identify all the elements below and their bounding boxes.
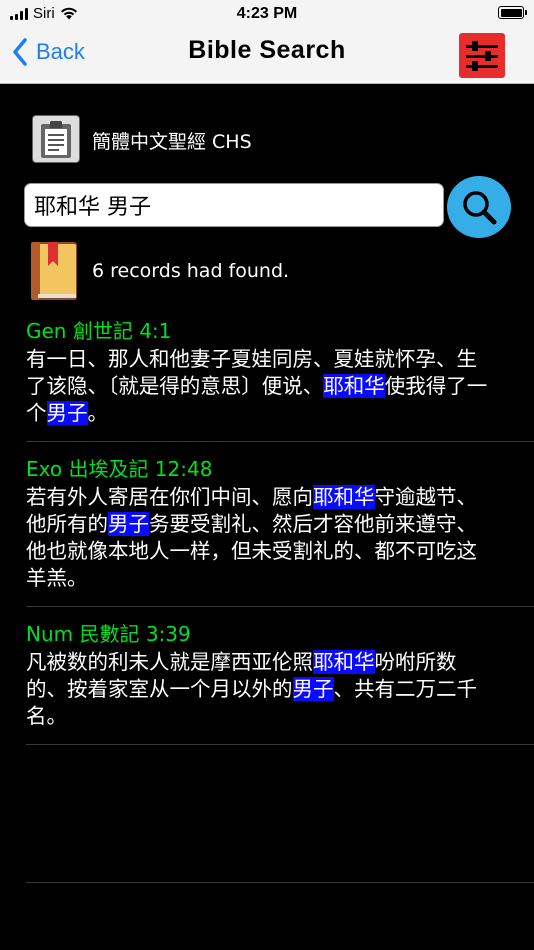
magnifier-icon — [463, 191, 497, 225]
top-bar: Siri 4:23 PM Back Bible Search — [0, 0, 534, 84]
status-time: 4:23 PM — [236, 5, 298, 22]
verse-reference: Exo 出埃及記 12:48 — [26, 457, 213, 481]
highlighted-match: 男子 — [108, 512, 149, 536]
highlighted-match: 男子 — [46, 401, 88, 425]
search-bar — [24, 176, 514, 238]
status-bar: Siri 4:23 PM — [0, 0, 534, 30]
search-button[interactable] — [447, 176, 511, 238]
verse-text: 凡被数的利未人就是摩西亚伦照耶和华吩咐所数的、按着家室从一个月以外的男子、共有二… — [26, 649, 496, 730]
results-list: Gen 創世記 4:1 有一日、那人和他妻子夏娃同房、夏娃就怀孕、生了该隐、〔就… — [26, 314, 534, 883]
status-right — [498, 6, 527, 19]
verse-segment: 凡被数的利未人就是摩西亚伦照 — [26, 650, 313, 674]
list-item[interactable]: Gen 創世記 4:1 有一日、那人和他妻子夏娃同房、夏娃就怀孕、生了该隐、〔就… — [26, 314, 534, 442]
highlighted-match: 耶和华 — [323, 374, 385, 398]
search-input[interactable] — [24, 183, 444, 227]
clipboard-icon — [32, 115, 80, 163]
bible-version-selector[interactable]: 簡體中文聖經 CHS — [32, 115, 252, 163]
list-item[interactable]: Exo 出埃及記 12:48 若有外人寄居在你们中间、愿向耶和华守逾越节、他所有… — [26, 442, 534, 607]
highlighted-match: 男子 — [292, 677, 334, 701]
settings-button[interactable] — [459, 33, 505, 78]
nav-bar: Back Bible Search — [0, 30, 534, 84]
bible-version-label: 簡體中文聖經 CHS — [92, 130, 252, 153]
battery-icon — [498, 6, 527, 19]
result-count: 6 records had found. — [92, 260, 290, 282]
book-icon — [31, 242, 77, 300]
verse-text: 若有外人寄居在你们中间、愿向耶和华守逾越节、他所有的男子务要受割礼、然后才容他前… — [26, 484, 496, 592]
result-summary: 6 records had found. — [28, 240, 289, 302]
highlighted-match: 耶和华 — [313, 485, 375, 509]
verse-reference: Gen 創世記 4:1 — [26, 319, 172, 343]
verse-segment: 若有外人寄居在你们中间、愿向 — [26, 485, 313, 509]
highlighted-match: 耶和华 — [313, 650, 375, 674]
verse-segment: 。 — [87, 401, 109, 425]
list-item[interactable]: Num 民數記 3:39 凡被数的利未人就是摩西亚伦照耶和华吩咐所数的、按着家室… — [26, 607, 534, 745]
verse-reference: Num 民數記 3:39 — [26, 622, 191, 646]
empty-list-row — [26, 745, 534, 883]
sliders-icon — [466, 40, 498, 71]
verse-text: 有一日、那人和他妻子夏娃同房、夏娃就怀孕、生了该隐、〔就是得的意思〕便说、耶和华… — [26, 346, 496, 427]
page-title: Bible Search — [188, 36, 346, 64]
